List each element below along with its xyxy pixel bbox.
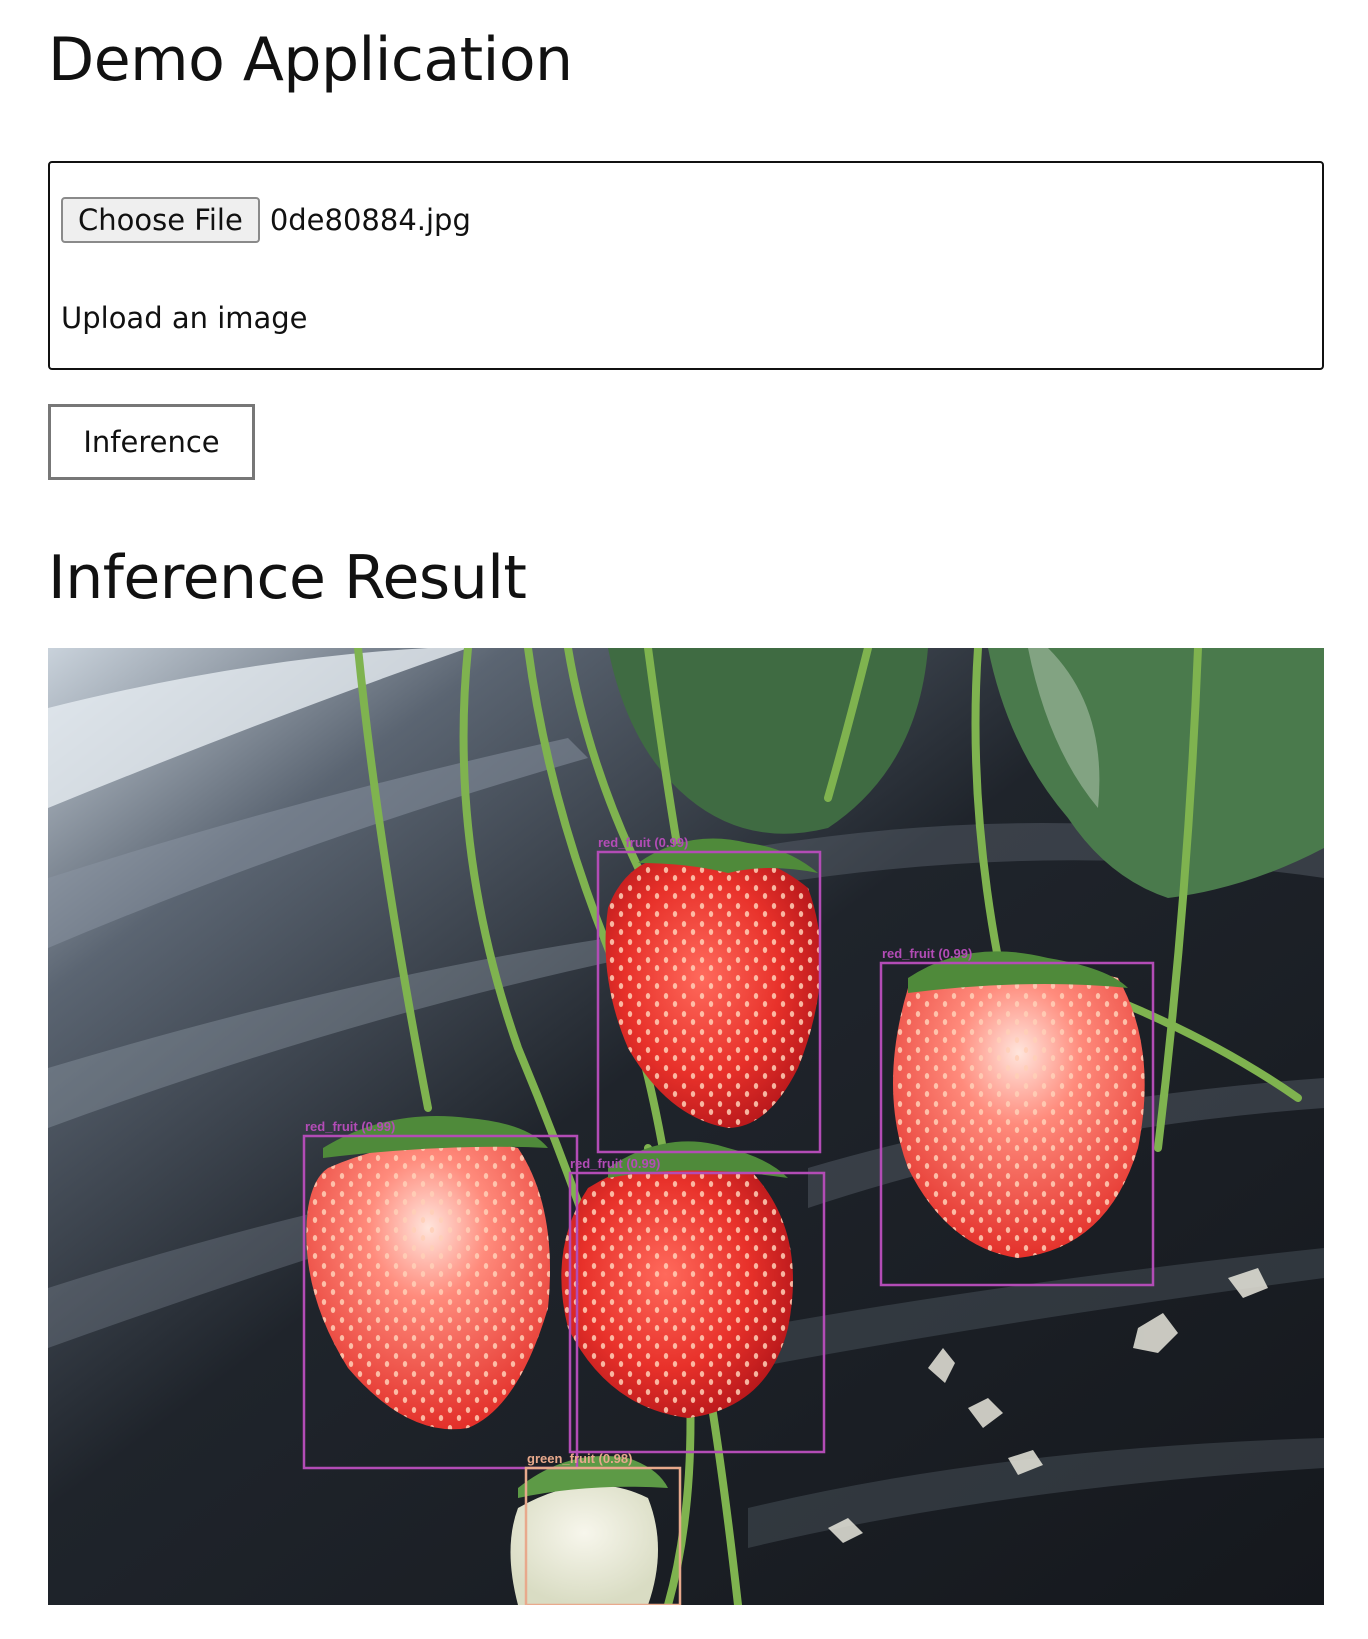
upload-panel: Choose File 0de80884.jpg Upload an image [48,161,1324,370]
result-image-canvas: red_fruit (0.99) red_fruit (0.99) red_fr… [48,648,1324,1605]
detection-label: red_fruit (0.99) [305,1119,395,1134]
selected-file-name: 0de80884.jpg [269,203,471,237]
upload-label: Upload an image [61,301,308,335]
result-title: Inference Result [48,543,527,613]
inference-button[interactable]: Inference [48,404,255,480]
detection-label: red_fruit (0.99) [570,1156,660,1171]
inference-result-image: red_fruit (0.99) red_fruit (0.99) red_fr… [48,648,1324,1605]
strawberry-green [510,1456,668,1605]
page-title: Demo Application [48,25,573,95]
choose-file-button[interactable]: Choose File [61,197,260,243]
detection-label: red_fruit (0.99) [598,835,688,850]
detection-label: green_fruit (0.98) [527,1451,632,1466]
detection-label: red_fruit (0.99) [882,946,972,961]
file-input[interactable]: Choose File 0de80884.jpg [61,197,471,243]
